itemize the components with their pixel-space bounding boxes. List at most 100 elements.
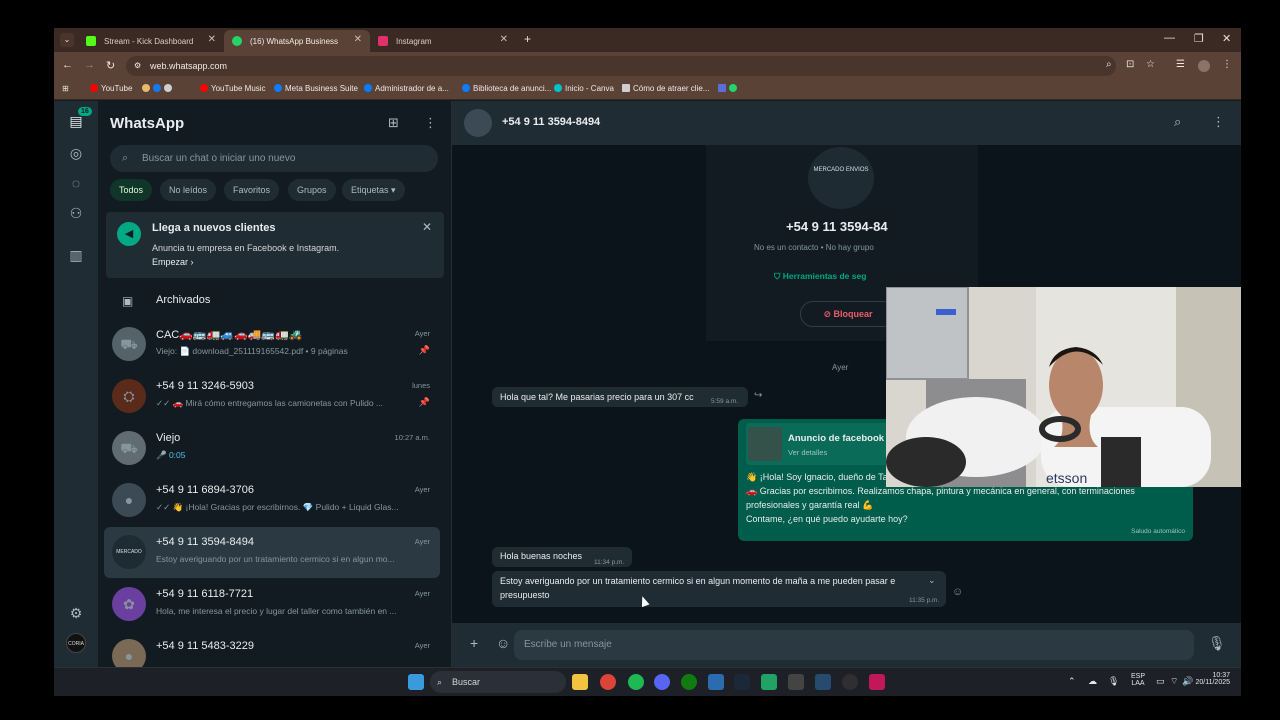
bookmark-ads-library[interactable]: Biblioteca de anunci... bbox=[462, 84, 551, 93]
bookmark-youtube[interactable]: YouTube bbox=[90, 84, 132, 93]
steam-icon[interactable] bbox=[734, 674, 750, 690]
bookmark-atraer[interactable]: Cómo de atraer clie... bbox=[622, 84, 709, 93]
display-icon[interactable]: ▭ bbox=[1156, 676, 1165, 687]
block-button[interactable]: ⊘ Bloquear bbox=[800, 301, 896, 327]
promo-link[interactable]: Empezar › bbox=[152, 257, 194, 267]
search-icon: ⌕ bbox=[122, 152, 129, 164]
filter-grupos[interactable]: Grupos bbox=[288, 179, 336, 201]
menu-icon[interactable]: ⋮ bbox=[424, 115, 437, 131]
avatar[interactable] bbox=[464, 109, 492, 137]
windows-start-icon[interactable] bbox=[408, 674, 424, 690]
close-window-icon[interactable]: ✕ bbox=[1222, 32, 1231, 45]
extensions-icon[interactable]: ☰ bbox=[1176, 59, 1185, 70]
file-explorer-icon[interactable] bbox=[572, 674, 588, 690]
new-tab-button[interactable]: + bbox=[524, 32, 531, 46]
network-icon[interactable]: ⌔ bbox=[1170, 676, 1178, 687]
bookmark-extra[interactable] bbox=[718, 84, 740, 93]
url-field[interactable]: ⚙ web.whatsapp.com bbox=[126, 56, 1116, 76]
zoom-icon[interactable]: ⌕ bbox=[1106, 59, 1112, 70]
bookmark-meta[interactable]: Meta Business Suite bbox=[274, 84, 358, 93]
clock[interactable]: 10:37 20/11/2025 bbox=[1188, 672, 1230, 686]
promo-banner[interactable]: ◀ Llega a nuevos clientes Anuncia tu emp… bbox=[106, 212, 444, 278]
browser-menu-icon[interactable]: ⋮ bbox=[1222, 59, 1232, 70]
tab-search-icon[interactable]: ⌄ bbox=[60, 33, 74, 47]
chat-preview: Hola, me interesa el precio y lugar del … bbox=[156, 606, 397, 616]
chevron-down-icon[interactable]: ⌄ bbox=[928, 575, 936, 586]
cloud-icon[interactable]: ☁ bbox=[1088, 676, 1097, 687]
chat-item[interactable]: ● +54 9 11 6894-3706 Ayer ✓✓ 👋 ¡Hola! Gr… bbox=[104, 475, 440, 526]
tab-whatsapp[interactable]: (16) WhatsApp Business ✕ bbox=[224, 30, 370, 52]
new-chat-icon[interactable]: ⊞ bbox=[388, 115, 399, 131]
bookmark-youtube-music[interactable]: YouTube Music bbox=[200, 84, 266, 93]
forward-icon[interactable]: → bbox=[84, 59, 95, 71]
settings-icon[interactable]: ⚙ bbox=[66, 603, 86, 623]
close-tab-icon[interactable]: ✕ bbox=[500, 34, 508, 45]
editor-icon[interactable] bbox=[708, 674, 724, 690]
filter-etiquetas[interactable]: Etiquetas ▾ bbox=[342, 179, 405, 201]
mic-tray-icon[interactable]: 🎙 bbox=[1108, 676, 1119, 687]
security-tools-link[interactable]: ⛉ Herramientas de seg bbox=[774, 271, 866, 282]
filter-no-leidos[interactable]: No leídos bbox=[160, 179, 217, 201]
microphone-icon[interactable]: 🎙 bbox=[1208, 635, 1226, 652]
menu-icon[interactable]: ⋮ bbox=[1212, 114, 1225, 130]
minimize-icon[interactable]: — bbox=[1164, 32, 1175, 44]
ad-details-link[interactable]: Ver detalles bbox=[788, 448, 827, 457]
reload-icon[interactable]: ↻ bbox=[106, 59, 115, 72]
emoji-reaction-icon[interactable]: ☺ bbox=[952, 586, 963, 598]
search-icon[interactable]: ⌕ bbox=[1174, 114, 1181, 130]
profile-icon[interactable] bbox=[1198, 60, 1210, 72]
nav-rail: ▤ 16 ◎ ◌ ⚇ ▥ ⚙ CORIA bbox=[54, 101, 98, 667]
close-tab-icon[interactable]: ✕ bbox=[208, 34, 216, 45]
channels-icon[interactable]: ◌ bbox=[66, 173, 86, 193]
bookmark-star-icon[interactable]: ☆ bbox=[1146, 59, 1155, 70]
incoming-message[interactable]: Hola buenas noches 11:34 p.m. bbox=[492, 547, 632, 567]
sticker-icon[interactable]: ☺ bbox=[496, 635, 510, 651]
tab-instagram[interactable]: Instagram ✕ bbox=[370, 30, 516, 52]
incoming-message[interactable]: Estoy averiguando por un tratamiento cer… bbox=[492, 571, 946, 607]
close-tab-icon[interactable]: ✕ bbox=[354, 34, 362, 45]
chrome-icon[interactable] bbox=[600, 674, 616, 690]
search-input[interactable]: ⌕ Buscar un chat o iniciar uno nuevo bbox=[110, 145, 438, 172]
audio-app-icon[interactable] bbox=[869, 674, 885, 690]
site-info-icon[interactable]: ⚙ bbox=[134, 56, 141, 76]
xbox-icon[interactable] bbox=[681, 674, 697, 690]
chat-item[interactable]: ⛭ +54 9 11 3246-5903 lunes ✓✓ 🚗 Mirá cóm… bbox=[104, 371, 440, 422]
steam-icon[interactable] bbox=[815, 674, 831, 690]
avatar[interactable]: CORIA bbox=[66, 633, 86, 653]
chat-item[interactable]: ⛟ Viejo 10:27 a.m. 🎤 0:05 bbox=[104, 423, 440, 474]
chat-item[interactable]: ● +54 9 11 5483-3229 Ayer bbox=[104, 631, 440, 667]
tab-kick[interactable]: Stream - Kick Dashboard ✕ bbox=[78, 30, 224, 52]
obs-icon[interactable] bbox=[842, 674, 858, 690]
message-input[interactable]: Escribe un mensaje bbox=[514, 630, 1194, 660]
conversation-header[interactable]: +54 9 11 3594-8494 ⌕ ⋮ bbox=[452, 101, 1241, 145]
filter-favoritos[interactable]: Favoritos bbox=[224, 179, 280, 201]
chat-item-selected[interactable]: MERCADO +54 9 11 3594-8494 Ayer Estoy av… bbox=[104, 527, 440, 578]
chat-item[interactable]: ✿ +54 9 11 6118-7721 Ayer Hola, me inter… bbox=[104, 579, 440, 630]
contact-name[interactable]: +54 9 11 3594-8494 bbox=[502, 116, 600, 128]
spotify-icon[interactable] bbox=[628, 674, 644, 690]
tray-chevron-icon[interactable]: ⌃ bbox=[1068, 676, 1076, 687]
maximize-icon[interactable]: ❐ bbox=[1194, 32, 1204, 45]
archived-row[interactable]: ▣ Archivados bbox=[122, 294, 210, 308]
discord-icon[interactable] bbox=[654, 674, 670, 690]
app-icon[interactable] bbox=[788, 674, 804, 690]
catalog-icon[interactable]: ▥ bbox=[66, 245, 86, 265]
bookmark-ads-manager[interactable]: Administrador de a... bbox=[364, 84, 449, 93]
chat-item[interactable]: ⛟ CAC🚗🚌🚛🚙🚗🚚🚌🚛🚜 Ayer Viejo: 📄 download_25… bbox=[104, 319, 440, 370]
incoming-message[interactable]: Hola que tal? Me pasarias precio para un… bbox=[492, 387, 748, 407]
taskbar-search[interactable]: ⌕ Buscar bbox=[430, 671, 566, 693]
bookmark-icons[interactable] bbox=[142, 84, 175, 93]
forward-icon[interactable]: ↪ bbox=[754, 390, 762, 401]
bookmark-canva[interactable]: Inicio - Canva bbox=[554, 84, 614, 93]
spreadsheet-icon[interactable] bbox=[761, 674, 777, 690]
status-icon[interactable]: ◎ bbox=[66, 143, 86, 163]
back-icon[interactable]: ← bbox=[62, 59, 73, 71]
close-icon[interactable]: ✕ bbox=[422, 220, 432, 234]
attach-plus-icon[interactable]: + bbox=[470, 635, 478, 651]
unread-badge: 16 bbox=[78, 107, 92, 116]
filter-todos[interactable]: Todos bbox=[110, 179, 153, 201]
language-indicator[interactable]: ESP LAA bbox=[1126, 673, 1150, 687]
install-icon[interactable]: ⊡ bbox=[1126, 59, 1134, 70]
communities-icon[interactable]: ⚇ bbox=[66, 203, 86, 223]
apps-icon[interactable]: ⊞ bbox=[62, 84, 69, 93]
